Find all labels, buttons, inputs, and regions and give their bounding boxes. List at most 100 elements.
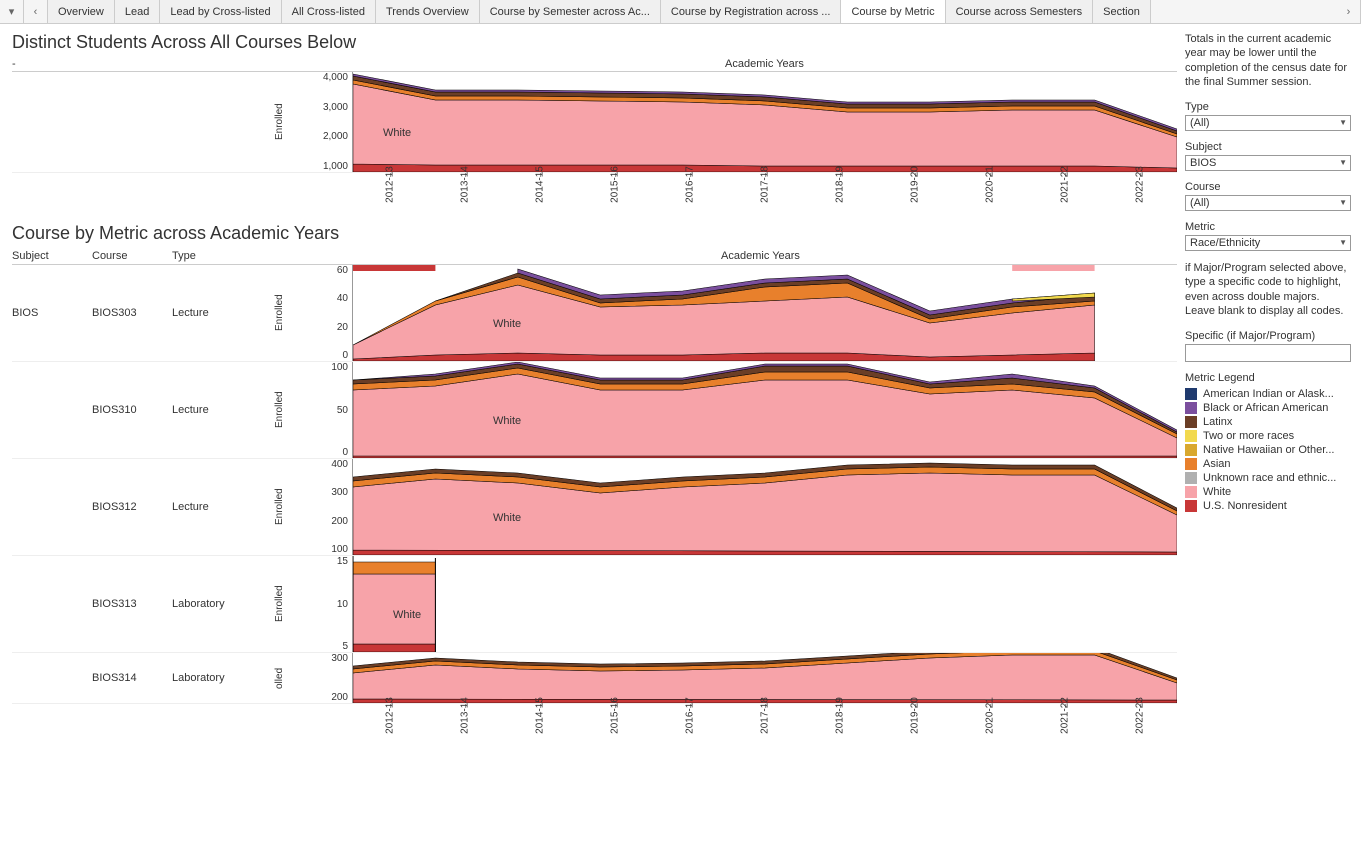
row-ylabel: Enrolled: [272, 459, 287, 555]
course-type: Laboratory: [172, 596, 272, 612]
xaxis-tick: 2013-14: [427, 704, 502, 748]
course-code: BIOS303: [92, 305, 172, 321]
legend-item[interactable]: Asian: [1185, 458, 1351, 470]
tab-lead-by-cross-listed[interactable]: Lead by Cross-listed: [160, 0, 281, 23]
legend-item[interactable]: Latinx: [1185, 416, 1351, 428]
chart2-title: Course by Metric across Academic Years: [12, 223, 1177, 244]
legend-item[interactable]: Two or more races: [1185, 430, 1351, 442]
course-row: BIOS312LectureEnrolled400300200100White: [12, 459, 1177, 556]
xaxis-tick: 2022-23: [1102, 173, 1177, 217]
course-code: BIOS312: [92, 499, 172, 515]
tab-scroll-right[interactable]: ›: [1337, 0, 1361, 23]
legend-label: Two or more races: [1203, 430, 1294, 442]
row-ylabel: Enrolled: [272, 265, 287, 361]
chart1-dashrow: - Academic Years: [12, 57, 1177, 72]
legend-title: Metric Legend: [1185, 372, 1351, 384]
chart1-ylabel: Enrolled: [272, 72, 287, 172]
xaxis-tick: 2012-13: [352, 704, 427, 748]
legend-swatch: [1185, 472, 1197, 484]
course-code: BIOS313: [92, 596, 172, 612]
filter-subject-select[interactable]: BIOS: [1185, 155, 1351, 171]
xaxis-tick: 2014-15: [502, 704, 577, 748]
xaxis-tick: 2014-15: [502, 173, 577, 217]
tab-trends-overview[interactable]: Trends Overview: [376, 0, 480, 23]
xaxis-tick: 2018-19: [802, 704, 877, 748]
course-row: BIOS310LectureEnrolled100500White: [12, 362, 1177, 459]
filter-type-select[interactable]: (All): [1185, 115, 1351, 131]
tab-course-by-registration-across-[interactable]: Course by Registration across ...: [661, 0, 842, 23]
row-plot[interactable]: [352, 653, 1177, 703]
xaxis-tick: 2013-14: [427, 173, 502, 217]
xaxis-tick: 2017-18: [727, 173, 802, 217]
course-type: Lecture: [172, 305, 272, 321]
chart2-headers: Subject Course Type Academic Years: [12, 248, 1177, 265]
legend-label: Native Hawaiian or Other...: [1203, 444, 1334, 456]
note-top: Totals in the current academic year may …: [1185, 32, 1351, 89]
tab-course-by-metric[interactable]: Course by Metric: [841, 0, 945, 23]
course-row: BIOS314Laboratoryolled300200: [12, 653, 1177, 704]
chart1-year-header: Academic Years: [352, 58, 1177, 70]
legend-label: Unknown race and ethnic...: [1203, 472, 1336, 484]
row-ylabel: olled: [272, 653, 287, 703]
course-type: Lecture: [172, 402, 272, 418]
filter-course-label: Course: [1185, 181, 1351, 193]
tab-lead[interactable]: Lead: [115, 0, 160, 23]
legend-item[interactable]: Unknown race and ethnic...: [1185, 472, 1351, 484]
xaxis-tick: 2015-16: [577, 173, 652, 217]
tab-course-by-semester-across-ac-[interactable]: Course by Semester across Ac...: [480, 0, 661, 23]
xaxis-tick: 2012-13: [352, 173, 427, 217]
filter-type-label: Type: [1185, 101, 1351, 113]
xaxis-tick: 2020-21: [952, 704, 1027, 748]
legend-label: Latinx: [1203, 416, 1232, 428]
xaxis-tick: 2017-18: [727, 704, 802, 748]
xaxis-tick: 2019-20: [877, 173, 952, 217]
course-row: BIOSBIOS303LectureEnrolled6040200White: [12, 265, 1177, 362]
legend-swatch: [1185, 388, 1197, 400]
tab-all-cross-listed[interactable]: All Cross-listed: [282, 0, 376, 23]
filter-metric-select[interactable]: Race/Ethnicity: [1185, 235, 1351, 251]
specific-input[interactable]: [1185, 344, 1351, 362]
note-mid: if Major/Program selected above, type a …: [1185, 261, 1351, 318]
row-plot[interactable]: White: [352, 265, 1177, 361]
xaxis-tick: 2016-17: [652, 704, 727, 748]
legend-swatch: [1185, 500, 1197, 512]
course-code: BIOS314: [92, 670, 172, 686]
row-plot[interactable]: White: [352, 556, 1177, 652]
tab-section[interactable]: Section: [1093, 0, 1151, 23]
content-area: Distinct Students Across All Courses Bel…: [0, 24, 1181, 752]
row-ylabel: Enrolled: [272, 362, 287, 458]
legend-item[interactable]: Black or African American: [1185, 402, 1351, 414]
tab-course-across-semesters[interactable]: Course across Semesters: [946, 0, 1094, 23]
legend-swatch: [1185, 486, 1197, 498]
xaxis-tick: 2016-17: [652, 173, 727, 217]
legend-label: American Indian or Alask...: [1203, 388, 1334, 400]
row-plot[interactable]: White: [352, 362, 1177, 458]
filter-course-select[interactable]: (All): [1185, 195, 1351, 211]
specific-label: Specific (if Major/Program): [1185, 330, 1351, 342]
course-row: BIOS313LaboratoryEnrolled15105White: [12, 556, 1177, 653]
chart1-plot[interactable]: White: [352, 72, 1177, 172]
course-type: Laboratory: [172, 670, 272, 686]
legend-label: White: [1203, 486, 1231, 498]
tab-scroll-left[interactable]: ‹: [24, 0, 48, 23]
legend-item[interactable]: U.S. Nonresident: [1185, 500, 1351, 512]
legend-swatch: [1185, 444, 1197, 456]
xaxis-tick: 2020-21: [952, 173, 1027, 217]
legend-item[interactable]: White: [1185, 486, 1351, 498]
filter-subject-label: Subject: [1185, 141, 1351, 153]
xaxis-tick: 2019-20: [877, 704, 952, 748]
legend-label: Asian: [1203, 458, 1231, 470]
tab-menu-dropdown[interactable]: ▾: [0, 0, 24, 23]
xaxis-tick: 2018-19: [802, 173, 877, 217]
row-plot[interactable]: White: [352, 459, 1177, 555]
legend-item[interactable]: Native Hawaiian or Other...: [1185, 444, 1351, 456]
tab-overview[interactable]: Overview: [48, 0, 115, 23]
chart1-row: Enrolled 4,0003,0002,0001,000 White: [12, 72, 1177, 173]
legend-swatch: [1185, 458, 1197, 470]
legend-swatch: [1185, 416, 1197, 428]
legend-swatch: [1185, 402, 1197, 414]
xaxis-tick: 2015-16: [577, 704, 652, 748]
legend-item[interactable]: American Indian or Alask...: [1185, 388, 1351, 400]
xaxis-tick: 2021-22: [1027, 704, 1102, 748]
filter-metric-label: Metric: [1185, 221, 1351, 233]
